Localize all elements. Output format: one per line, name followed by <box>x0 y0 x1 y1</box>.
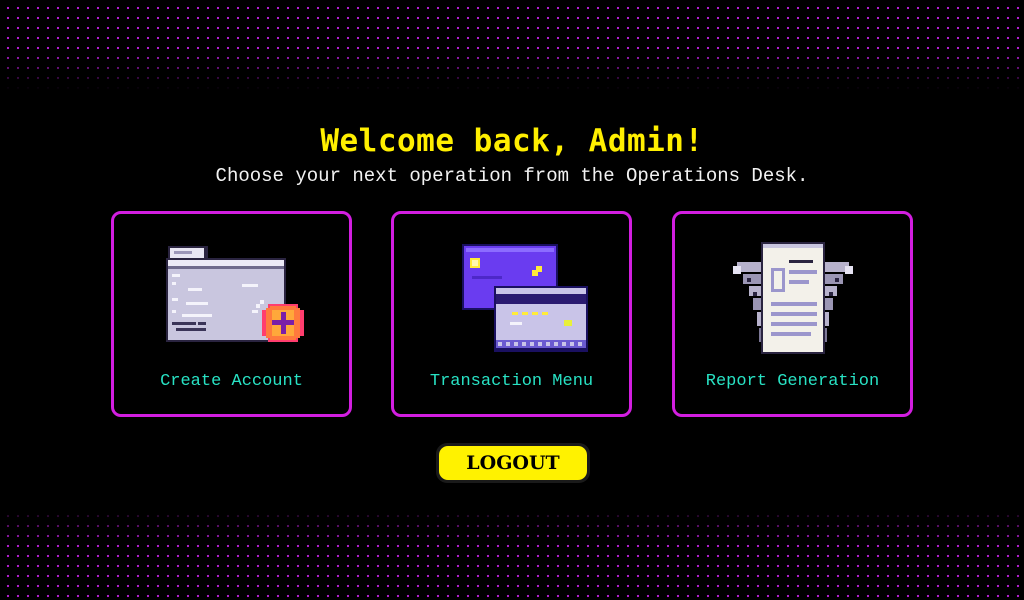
transaction-menu-label: Transaction Menu <box>429 372 594 391</box>
operations-desk-screen: Welcome back, Admin! Choose your next op… <box>0 0 1024 600</box>
transaction-menu-card[interactable]: Transaction Menu <box>391 211 632 417</box>
report-document-icon <box>732 242 853 354</box>
page-title: Welcome back, Admin! <box>320 123 704 159</box>
page-subtitle: Choose your next operation from the Oper… <box>215 165 809 187</box>
logout-button[interactable]: LOGOUT <box>439 446 587 480</box>
create-account-card[interactable]: Create Account <box>111 211 352 417</box>
create-account-label: Create Account <box>160 372 303 391</box>
dot-pattern-top <box>0 0 1024 90</box>
credit-cards-icon <box>461 244 588 352</box>
folder-add-icon <box>165 246 304 342</box>
dot-pattern-bottom <box>0 508 1024 600</box>
report-generation-card[interactable]: Report Generation <box>672 211 913 417</box>
report-generation-label: Report Generation <box>705 372 880 391</box>
logout-button-frame: LOGOUT <box>436 443 590 483</box>
